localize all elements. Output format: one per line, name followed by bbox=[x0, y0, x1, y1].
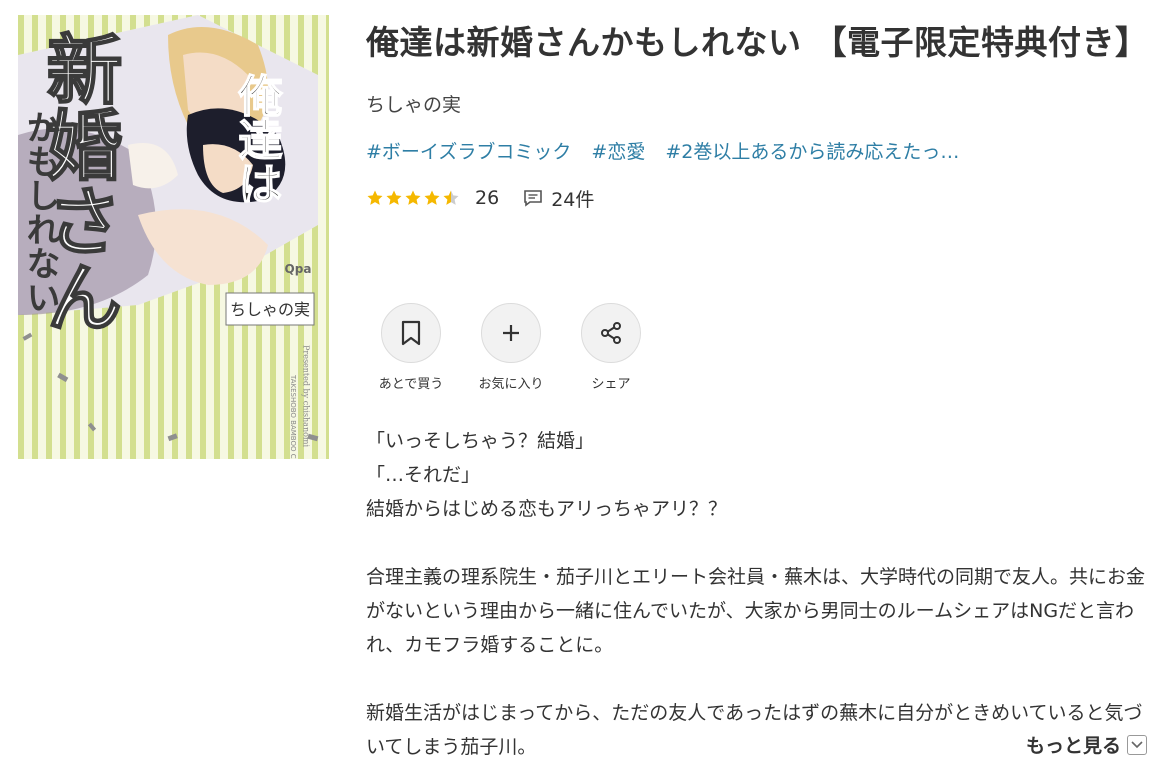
show-more-label: もっと見る bbox=[1026, 735, 1122, 757]
cover-publisher-logo: Qpa bbox=[285, 262, 312, 276]
favorite-circle[interactable] bbox=[481, 303, 541, 363]
cover-author: ちしゃの実 bbox=[230, 300, 310, 319]
favorite-label: お気に入り bbox=[478, 377, 544, 392]
bookmark-icon bbox=[401, 320, 421, 346]
comment-icon bbox=[523, 189, 543, 207]
buy-later-button[interactable]: あとで買う bbox=[362, 303, 460, 392]
action-buttons: あとで買う お気に入り シェア bbox=[362, 303, 662, 392]
book-author[interactable]: ちしゃの実 bbox=[366, 91, 1156, 119]
rating-row[interactable]: 26 24件 bbox=[366, 184, 1156, 212]
chevron-down-icon bbox=[1127, 734, 1148, 755]
star-icon bbox=[424, 190, 440, 205]
cover-imprint: TAKESHOBO BAMBOO COMICS bbox=[289, 374, 297, 459]
favorite-button[interactable]: お気に入り bbox=[462, 303, 560, 392]
cover-credit: Presented by chishanomi bbox=[302, 345, 311, 448]
buy-later-label: あとで買う bbox=[378, 377, 444, 392]
show-more-button[interactable]: もっと見る bbox=[1018, 731, 1148, 758]
rating-count: 26 bbox=[475, 187, 500, 209]
cover-title-line1: 俺達は bbox=[231, 73, 284, 205]
cover-title-small: かもしれない bbox=[20, 110, 60, 314]
share-circle[interactable] bbox=[581, 303, 641, 363]
description: 「いっそしちゃう？結婚」 「…それだ」 結婚からはじめる恋もアリっちゃアリ？？ … bbox=[366, 424, 1156, 764]
book-info: 俺達は新婚さんかもしれない 【電子限定特典付き】 ちしゃの実 #ボーイズラブコミ… bbox=[366, 16, 1156, 212]
half-star-icon bbox=[443, 190, 459, 205]
book-title: 俺達は新婚さんかもしれない 【電子限定特典付き】 bbox=[366, 23, 1149, 62]
description-line: 「いっそしちゃう？結婚」 bbox=[366, 430, 595, 452]
tag-list: #ボーイズラブコミック #恋愛 #2巻以上あるから読み応えたっ… bbox=[366, 138, 1156, 166]
buy-later-circle[interactable] bbox=[381, 303, 441, 363]
star-rating bbox=[366, 189, 461, 207]
description-line: 「…それだ」 bbox=[366, 464, 481, 486]
book-cover[interactable]: 俺達は 新婚さん かもしれない ちしゃの実 Qpa Presented by c… bbox=[18, 15, 329, 459]
tag-link[interactable]: #恋愛 bbox=[591, 141, 645, 163]
tag-link[interactable]: #2巻以上あるから読み応えたっ… bbox=[665, 141, 959, 163]
description-paragraph: 合理主義の理系院生・茄子川とエリート会社員・蕪木は、大学時代の同期で友人。共にお… bbox=[366, 566, 1146, 656]
tag-link[interactable]: #ボーイズラブコミック bbox=[366, 141, 571, 163]
star-icon bbox=[405, 190, 421, 205]
star-icon bbox=[367, 190, 383, 205]
share-icon bbox=[601, 322, 621, 344]
share-button[interactable]: シェア bbox=[562, 303, 660, 392]
plus-icon bbox=[503, 325, 519, 341]
description-line: 結婚からはじめる恋もアリっちゃアリ？？ bbox=[366, 498, 728, 520]
share-label: シェア bbox=[591, 377, 631, 392]
star-icon bbox=[386, 190, 402, 205]
review-count: 24件 bbox=[551, 188, 595, 211]
